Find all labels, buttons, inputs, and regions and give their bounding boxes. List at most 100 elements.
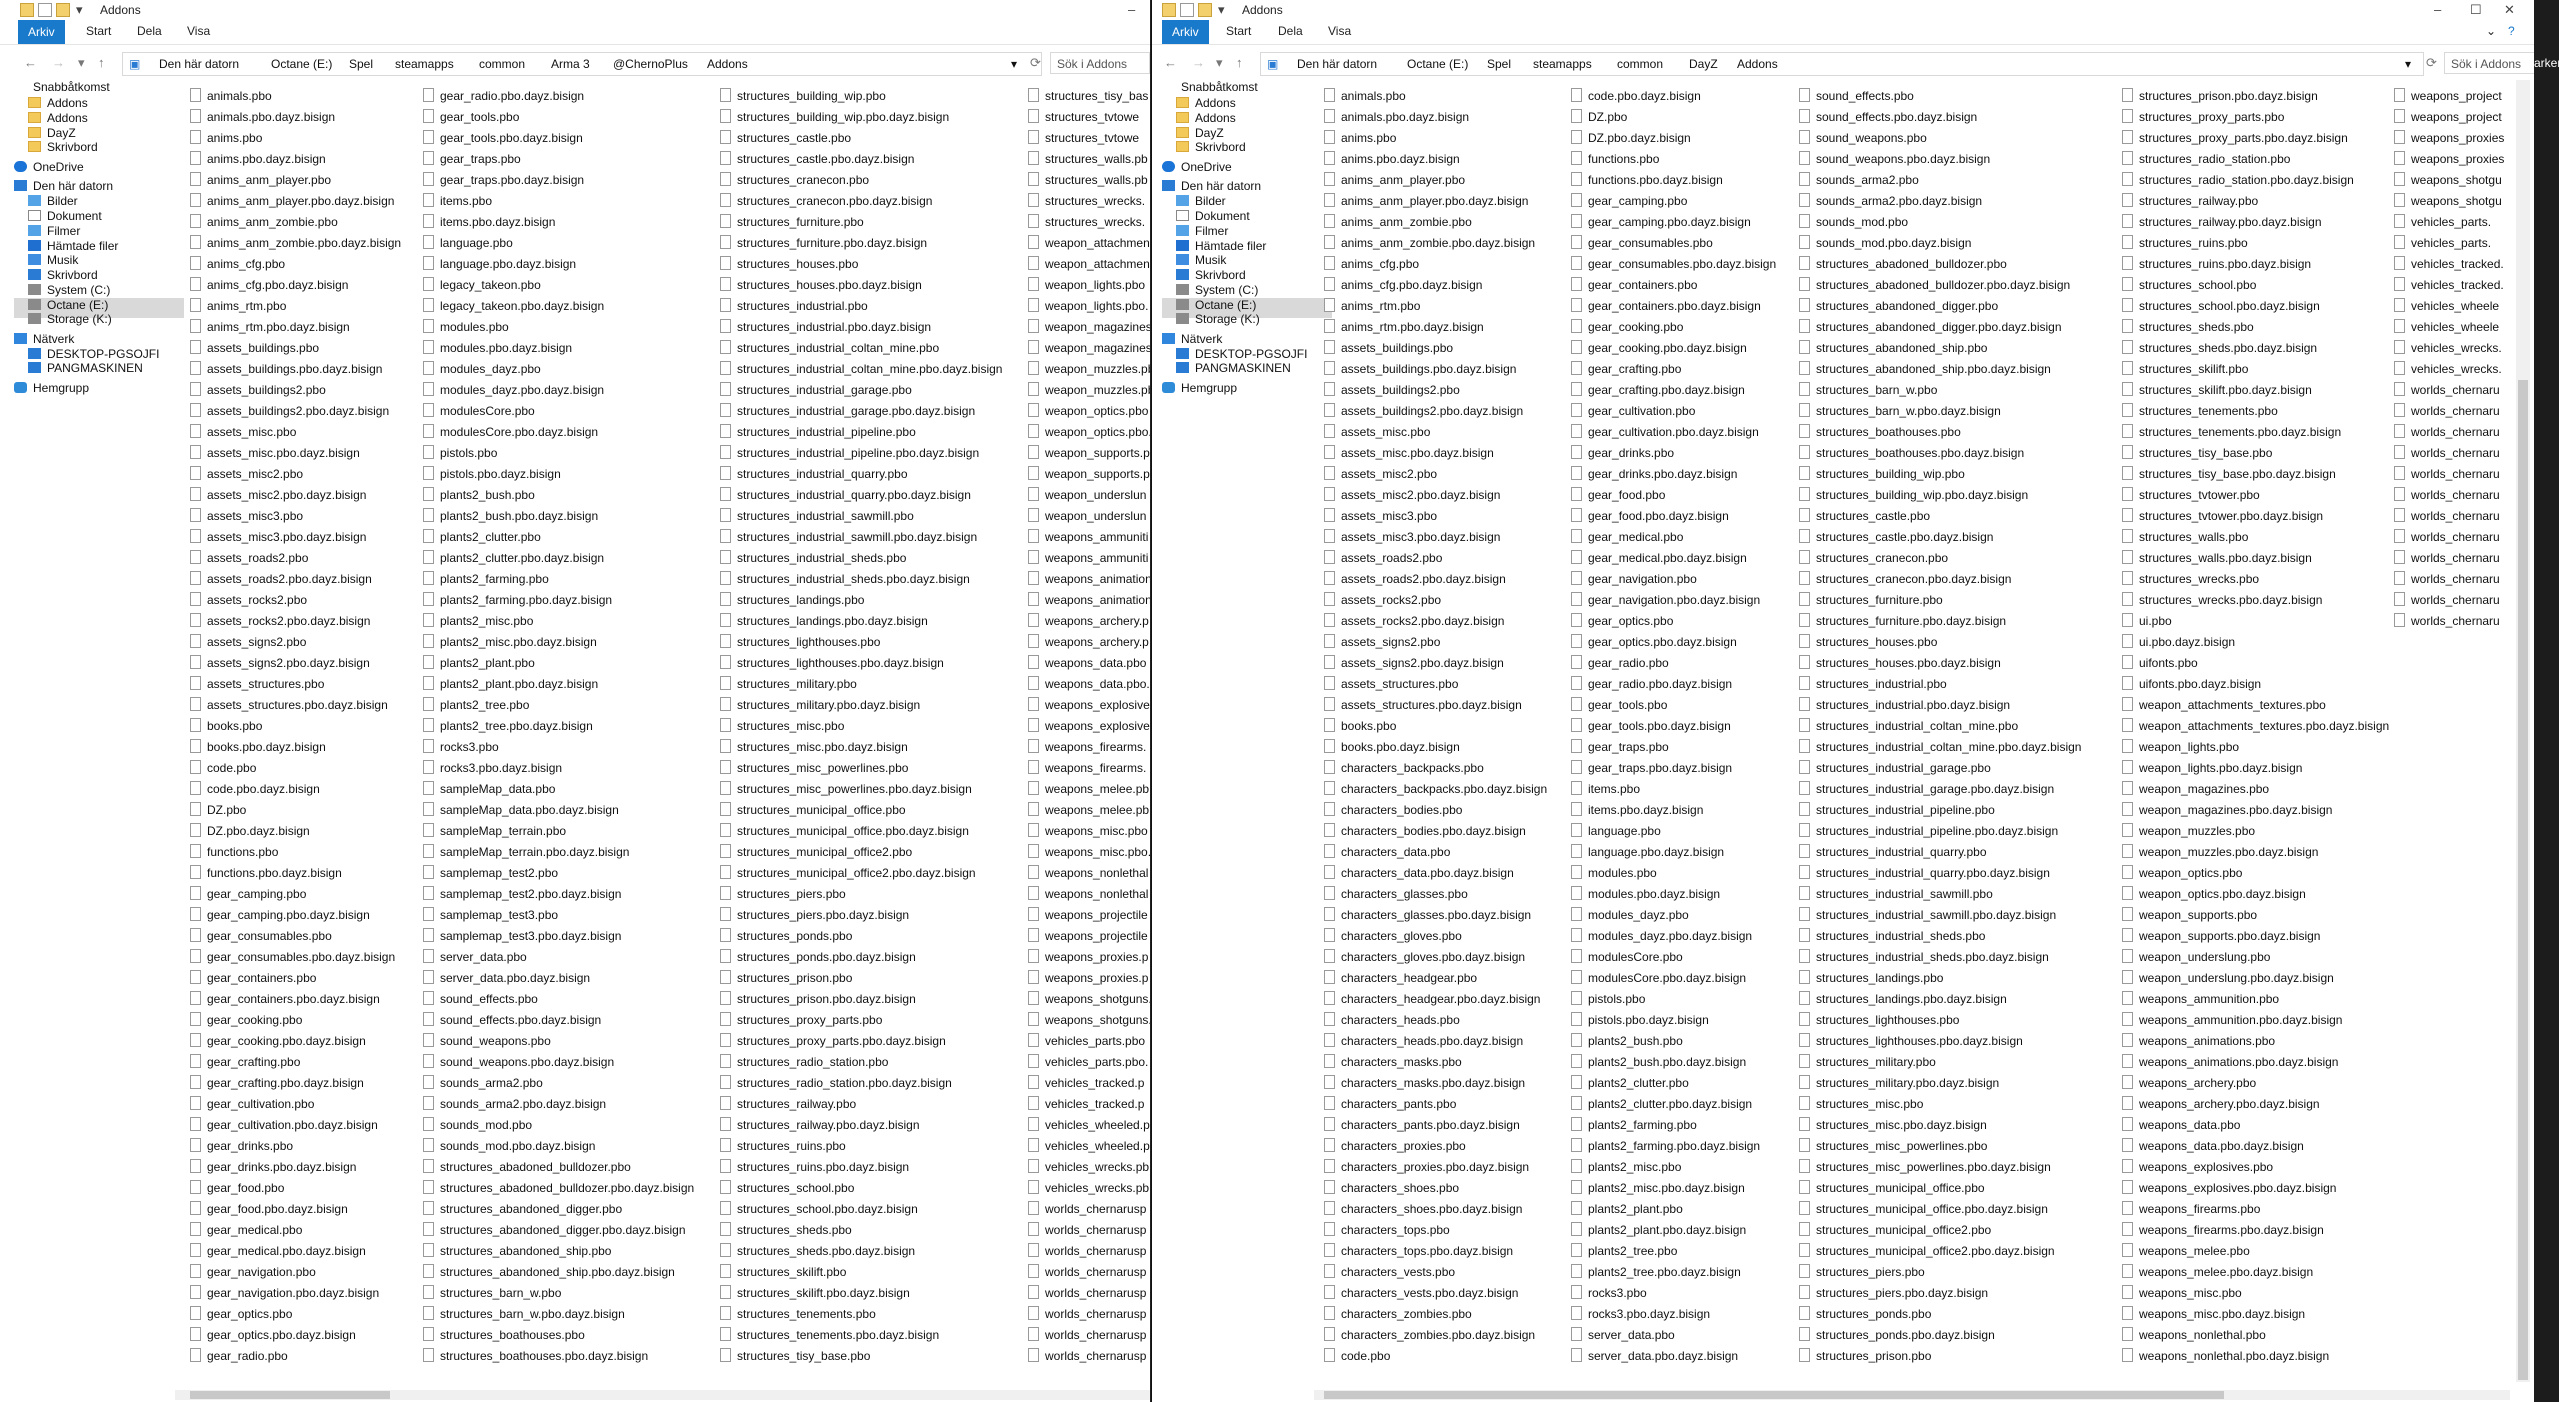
file-item[interactable]: structures_furniture.pbo.dayz.bisign bbox=[720, 235, 1002, 256]
file-item[interactable]: characters_zombies.pbo.dayz.bisign bbox=[1324, 1327, 1547, 1348]
file-item[interactable]: weapon_muzzles.pb bbox=[1028, 361, 1150, 382]
file-item[interactable]: worlds_chernarusp bbox=[1028, 1327, 1150, 1348]
back-icon[interactable]: ← bbox=[24, 55, 37, 70]
back-icon[interactable]: ← bbox=[1164, 55, 1177, 70]
file-item[interactable]: structures_ruins.pbo.dayz.bisign bbox=[2122, 256, 2389, 277]
file-item[interactable]: gear_optics.pbo.dayz.bisign bbox=[1571, 634, 1776, 655]
file-item[interactable]: animals.pbo.dayz.bisign bbox=[1324, 109, 1547, 130]
file-item[interactable]: plants2_tree.pbo.dayz.bisign bbox=[1571, 1264, 1776, 1285]
file-item[interactable]: sampleMap_terrain.pbo.dayz.bisign bbox=[423, 844, 694, 865]
up-icon[interactable]: ↑ bbox=[98, 55, 105, 70]
file-item[interactable]: structures_tvtower.pbo bbox=[2122, 487, 2389, 508]
refresh-icon[interactable]: ⟳ bbox=[1030, 55, 1041, 71]
file-item[interactable]: items.pbo bbox=[1571, 781, 1776, 802]
file-item[interactable]: weapons_melee.pbo bbox=[2122, 1243, 2389, 1264]
file-item[interactable]: pistols.pbo bbox=[423, 445, 694, 466]
file-item[interactable]: structures_railway.pbo.dayz.bisign bbox=[2122, 214, 2389, 235]
file-item[interactable]: structures_industrial_coltan_mine.pbo.da… bbox=[1799, 739, 2081, 760]
address-dropdown-icon[interactable]: ▾ bbox=[1011, 57, 1017, 71]
file-item[interactable]: structures_tenements.pbo bbox=[2122, 403, 2389, 424]
file-item[interactable]: structures_boathouses.pbo.dayz.bisign bbox=[423, 1348, 694, 1369]
file-item[interactable]: structures_municipal_office2.pbo bbox=[720, 844, 1002, 865]
file-item[interactable]: assets_buildings2.pbo.dayz.bisign bbox=[1324, 403, 1547, 424]
file-item[interactable]: language.pbo bbox=[423, 235, 694, 256]
file-item[interactable]: weapon_lights.pbo. bbox=[1028, 298, 1150, 319]
file-item[interactable]: samplemap_test3.pbo.dayz.bisign bbox=[423, 928, 694, 949]
file-item[interactable]: anims_rtm.pbo bbox=[1324, 298, 1547, 319]
file-item[interactable]: assets_rocks2.pbo.dayz.bisign bbox=[1324, 613, 1547, 634]
file-item[interactable]: structures_industrial_coltan_mine.pbo bbox=[720, 340, 1002, 361]
file-item[interactable]: structures_municipal_office2.pbo.dayz.bi… bbox=[720, 865, 1002, 886]
file-item[interactable]: gear_navigation.pbo bbox=[190, 1264, 401, 1285]
file-item[interactable]: modules.pbo bbox=[1571, 865, 1776, 886]
file-item[interactable]: structures_lighthouses.pbo.dayz.bisign bbox=[1799, 1033, 2081, 1054]
file-item[interactable]: structures_municipal_office.pbo.dayz.bis… bbox=[720, 823, 1002, 844]
file-item[interactable]: structures_barn_w.pbo bbox=[1799, 382, 2081, 403]
file-item[interactable]: structures_industrial_garage.pbo bbox=[720, 382, 1002, 403]
address-dropdown-icon[interactable]: ▾ bbox=[2405, 57, 2411, 71]
file-item[interactable]: modules_dayz.pbo bbox=[423, 361, 694, 382]
file-item[interactable]: anims_rtm.pbo.dayz.bisign bbox=[190, 319, 401, 340]
file-item[interactable]: weapons_nonlethal bbox=[1028, 886, 1150, 907]
file-item[interactable]: structures_industrial_sawmill.pbo.dayz.b… bbox=[720, 529, 1002, 550]
file-item[interactable]: structures_prison.pbo.dayz.bisign bbox=[720, 991, 1002, 1012]
file-item[interactable]: assets_buildings.pbo bbox=[190, 340, 401, 361]
file-item[interactable]: structures_barn_w.pbo.dayz.bisign bbox=[423, 1306, 694, 1327]
file-item[interactable]: structures_abandoned_ship.pbo.dayz.bisig… bbox=[1799, 361, 2081, 382]
file-item[interactable]: gear_drinks.pbo.dayz.bisign bbox=[1571, 466, 1776, 487]
file-item[interactable]: weapons_project bbox=[2394, 109, 2504, 130]
file-item[interactable]: worlds_chernarusp bbox=[1028, 1222, 1150, 1243]
file-item[interactable]: characters_vests.pbo bbox=[1324, 1264, 1547, 1285]
file-item[interactable]: structures_misc.pbo bbox=[720, 718, 1002, 739]
file-item[interactable]: structures_lighthouses.pbo bbox=[1799, 1012, 2081, 1033]
file-item[interactable]: plants2_bush.pbo.dayz.bisign bbox=[1571, 1054, 1776, 1075]
file-item[interactable]: samplemap_test2.pbo.dayz.bisign bbox=[423, 886, 694, 907]
file-item[interactable]: weapon_optics.pbo. bbox=[1028, 424, 1150, 445]
file-item[interactable]: structures_abadoned_bulldozer.pbo bbox=[1799, 256, 2081, 277]
address-bar[interactable]: ▣ Den här datorn Octane (E:) Spel steama… bbox=[1260, 52, 2424, 76]
file-item[interactable]: gear_crafting.pbo bbox=[190, 1054, 401, 1075]
file-item[interactable]: structures_ponds.pbo bbox=[720, 928, 1002, 949]
file-item[interactable]: structures_tisy_bas bbox=[1028, 88, 1150, 109]
file-item[interactable]: structures_misc_powerlines.pbo.dayz.bisi… bbox=[720, 781, 1002, 802]
file-item[interactable]: gear_containers.pbo.dayz.bisign bbox=[1571, 298, 1776, 319]
properties-icon[interactable] bbox=[38, 3, 52, 17]
file-item[interactable]: assets_buildings.pbo.dayz.bisign bbox=[1324, 361, 1547, 382]
file-item[interactable]: sound_effects.pbo.dayz.bisign bbox=[423, 1012, 694, 1033]
file-item[interactable]: structures_sheds.pbo bbox=[720, 1222, 1002, 1243]
file-item[interactable]: weapons_shotgu bbox=[2394, 193, 2504, 214]
file-item[interactable]: sound_effects.pbo.dayz.bisign bbox=[1799, 109, 2081, 130]
file-item[interactable]: weapon_attachments_textures.pbo.dayz.bis… bbox=[2122, 718, 2389, 739]
new-folder-icon[interactable] bbox=[1198, 3, 1212, 17]
file-item[interactable]: vehicles_wrecks.pb bbox=[1028, 1159, 1150, 1180]
file-item[interactable]: structures_proxy_parts.pbo bbox=[720, 1012, 1002, 1033]
breadcrumb-dayz[interactable]: DayZ bbox=[1689, 57, 1718, 71]
file-item[interactable]: server_data.pbo bbox=[1571, 1327, 1776, 1348]
file-item[interactable]: assets_structures.pbo bbox=[1324, 676, 1547, 697]
file-item[interactable]: books.pbo bbox=[1324, 718, 1547, 739]
file-item[interactable]: structures_cranecon.pbo.dayz.bisign bbox=[720, 193, 1002, 214]
file-item[interactable]: functions.pbo bbox=[190, 844, 401, 865]
file-item[interactable]: characters_shoes.pbo.dayz.bisign bbox=[1324, 1201, 1547, 1222]
file-item[interactable]: structures_ruins.pbo bbox=[720, 1138, 1002, 1159]
file-item[interactable]: structures_abandoned_digger.pbo bbox=[1799, 298, 2081, 319]
file-item[interactable]: anims_rtm.pbo bbox=[190, 298, 401, 319]
file-item[interactable]: structures_military.pbo bbox=[720, 676, 1002, 697]
recent-dropdown-icon[interactable]: ▾ bbox=[78, 55, 85, 71]
file-item[interactable]: books.pbo.dayz.bisign bbox=[1324, 739, 1547, 760]
breadcrumb-steamapps[interactable]: steamapps bbox=[1533, 57, 1592, 71]
tab-dela[interactable]: Dela bbox=[1278, 24, 1303, 38]
file-item[interactable]: DZ.pbo bbox=[1571, 109, 1776, 130]
file-item[interactable]: structures_industrial_sawmill.pbo bbox=[1799, 886, 2081, 907]
file-item[interactable]: assets_misc.pbo bbox=[190, 424, 401, 445]
file-item[interactable]: structures_wrecks. bbox=[1028, 214, 1150, 235]
address-bar[interactable]: ▣ Den här datorn Octane (E:) Spel steama… bbox=[122, 52, 1042, 76]
file-item[interactable]: plants2_tree.pbo.dayz.bisign bbox=[423, 718, 694, 739]
file-item[interactable]: plants2_clutter.pbo.dayz.bisign bbox=[423, 550, 694, 571]
file-item[interactable]: weapon_underslun bbox=[1028, 487, 1150, 508]
file-item[interactable]: structures_walls.pb bbox=[1028, 151, 1150, 172]
file-item[interactable]: structures_railway.pbo bbox=[720, 1096, 1002, 1117]
file-item[interactable]: vehicles_wheele bbox=[2394, 319, 2504, 340]
file-item[interactable]: structures_walls.pb bbox=[1028, 172, 1150, 193]
file-item[interactable]: structures_tisy_base.pbo.dayz.bisign bbox=[2122, 466, 2389, 487]
